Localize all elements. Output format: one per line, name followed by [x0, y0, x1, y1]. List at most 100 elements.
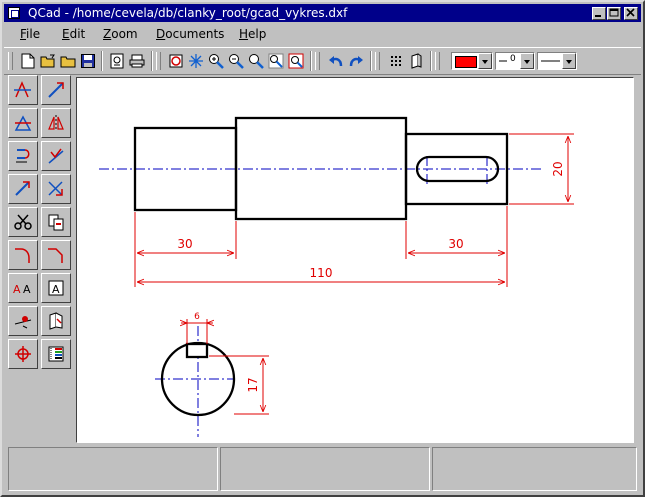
- grid-toggle-button[interactable]: [386, 51, 406, 71]
- redo-icon: [349, 56, 363, 67]
- print-button[interactable]: [127, 51, 147, 71]
- chevron-down-icon[interactable]: [520, 53, 534, 69]
- zoom-pan-button[interactable]: [266, 51, 286, 71]
- save-disk-icon: [81, 54, 95, 68]
- open-file-button[interactable]: [38, 51, 58, 71]
- undo-button[interactable]: [326, 51, 346, 71]
- status-field-coordinates: [8, 447, 218, 491]
- layer-tools-button[interactable]: [41, 207, 71, 237]
- menu-file[interactable]: File: [20, 27, 40, 41]
- arc-tools-button[interactable]: [8, 108, 38, 138]
- open-folder-button[interactable]: [58, 51, 78, 71]
- snap-tools-button[interactable]: [8, 339, 38, 369]
- chevron-down-icon[interactable]: [562, 53, 576, 69]
- color-select[interactable]: [451, 52, 493, 70]
- print-preview-button[interactable]: [107, 51, 127, 71]
- arcs-icon: [14, 115, 32, 131]
- main-window: QCad - /home/cevela/db/clanky_root/gcad_…: [0, 0, 645, 497]
- status-bar: [4, 445, 641, 493]
- redraw-button[interactable]: [166, 51, 186, 71]
- close-icon: [626, 8, 635, 17]
- minimize-button[interactable]: [592, 7, 606, 20]
- measure-icon: [49, 312, 63, 330]
- printer-icon: [129, 54, 145, 68]
- maximize-button[interactable]: [607, 7, 621, 20]
- dim-label-20: 20: [551, 161, 565, 176]
- zoom-auto-button[interactable]: [186, 51, 206, 71]
- toolbar-grip[interactable]: [315, 52, 320, 70]
- toolbar-separator: [151, 51, 153, 71]
- main-toolbar: 0: [4, 47, 641, 75]
- line-style-select[interactable]: [537, 52, 577, 70]
- line-tools-button[interactable]: [41, 75, 71, 105]
- menu-documents[interactable]: Documents: [156, 27, 224, 41]
- svg-text:A: A: [23, 283, 31, 296]
- hatch-tools-button[interactable]: [41, 339, 71, 369]
- zoom-previous-button[interactable]: [286, 51, 306, 71]
- chevron-down-icon[interactable]: [478, 53, 492, 69]
- line-style-solid-icon: [541, 60, 560, 62]
- maximize-icon: [609, 8, 619, 17]
- zoom-in-button[interactable]: [206, 51, 226, 71]
- toolbar-separator: [310, 51, 312, 71]
- toolbar-grip[interactable]: [435, 52, 440, 70]
- toolbar-grip[interactable]: [8, 52, 13, 70]
- toolbar-separator: [430, 51, 432, 71]
- move-icon: [16, 149, 30, 163]
- section-keyway: [185, 342, 209, 359]
- menu-bar: File Edit Zoom Documents Help: [4, 24, 641, 44]
- print-preview-icon: [110, 53, 124, 69]
- layers-button[interactable]: [406, 51, 426, 71]
- menu-edit[interactable]: Edit: [62, 27, 85, 41]
- folder-icon: [60, 56, 76, 68]
- text-box-icon: A: [48, 280, 64, 296]
- snap-crosshair-icon: [15, 346, 31, 362]
- menu-help[interactable]: Help: [239, 27, 266, 41]
- minimize-icon: [595, 15, 601, 17]
- title-bar[interactable]: QCad - /home/cevela/db/clanky_root/gcad_…: [4, 4, 641, 22]
- extend-tools-button[interactable]: [41, 174, 71, 204]
- line-width-icon: [499, 60, 507, 62]
- measure-tools-button[interactable]: [41, 306, 71, 336]
- window-title: QCad - /home/cevela/db/clanky_root/gcad_…: [28, 6, 348, 20]
- curve-tools-button[interactable]: [41, 141, 71, 171]
- toolbar-separator: [101, 51, 103, 71]
- cad-drawing: 30 30 110 20 6 17: [99, 116, 574, 437]
- redraw-icon: [169, 54, 183, 68]
- dimension-tools-button[interactable]: [8, 306, 38, 336]
- close-button[interactable]: [624, 7, 638, 20]
- rounding-tools-button[interactable]: [8, 240, 38, 270]
- text-insert-button[interactable]: A: [41, 273, 71, 303]
- line-width-value: 0: [510, 54, 516, 64]
- circle-tools-button[interactable]: [41, 108, 71, 138]
- zoom-auto-icon: [189, 54, 203, 68]
- zoom-out-button[interactable]: [226, 51, 246, 71]
- hatch-colors-icon: [48, 346, 64, 362]
- zoom-window-button[interactable]: [246, 51, 266, 71]
- trim-tools-button[interactable]: [8, 174, 38, 204]
- new-file-button[interactable]: [18, 51, 38, 71]
- line-width-select[interactable]: 0: [495, 52, 535, 70]
- point-tools-button[interactable]: [8, 75, 38, 105]
- dim-label-30-left: 30: [177, 237, 192, 251]
- toolbar-grip[interactable]: [156, 52, 161, 70]
- svg-text:A: A: [13, 283, 21, 296]
- toolbar-separator: [370, 51, 372, 71]
- dim-label-6: 6: [194, 312, 200, 322]
- zoom-pan-icon: [268, 53, 284, 69]
- chamfer-tools-button[interactable]: [41, 240, 71, 270]
- edit-tools-button[interactable]: [8, 207, 38, 237]
- menu-zoom[interactable]: Zoom: [103, 27, 138, 41]
- status-field-info: [220, 447, 430, 491]
- text-tools-button[interactable]: [8, 141, 38, 171]
- layers-icon: [411, 53, 422, 69]
- zoom-in-icon: [209, 54, 224, 69]
- toolbar-grip[interactable]: [375, 52, 380, 70]
- save-button[interactable]: [78, 51, 98, 71]
- text-style-button[interactable]: AA: [8, 273, 38, 303]
- drawing-canvas[interactable]: 30 30 110 20 6 17: [76, 77, 634, 443]
- grid-icon: [391, 56, 401, 66]
- svg-text:A: A: [52, 283, 60, 296]
- chamfer-icon: [48, 248, 63, 263]
- redo-button[interactable]: [346, 51, 366, 71]
